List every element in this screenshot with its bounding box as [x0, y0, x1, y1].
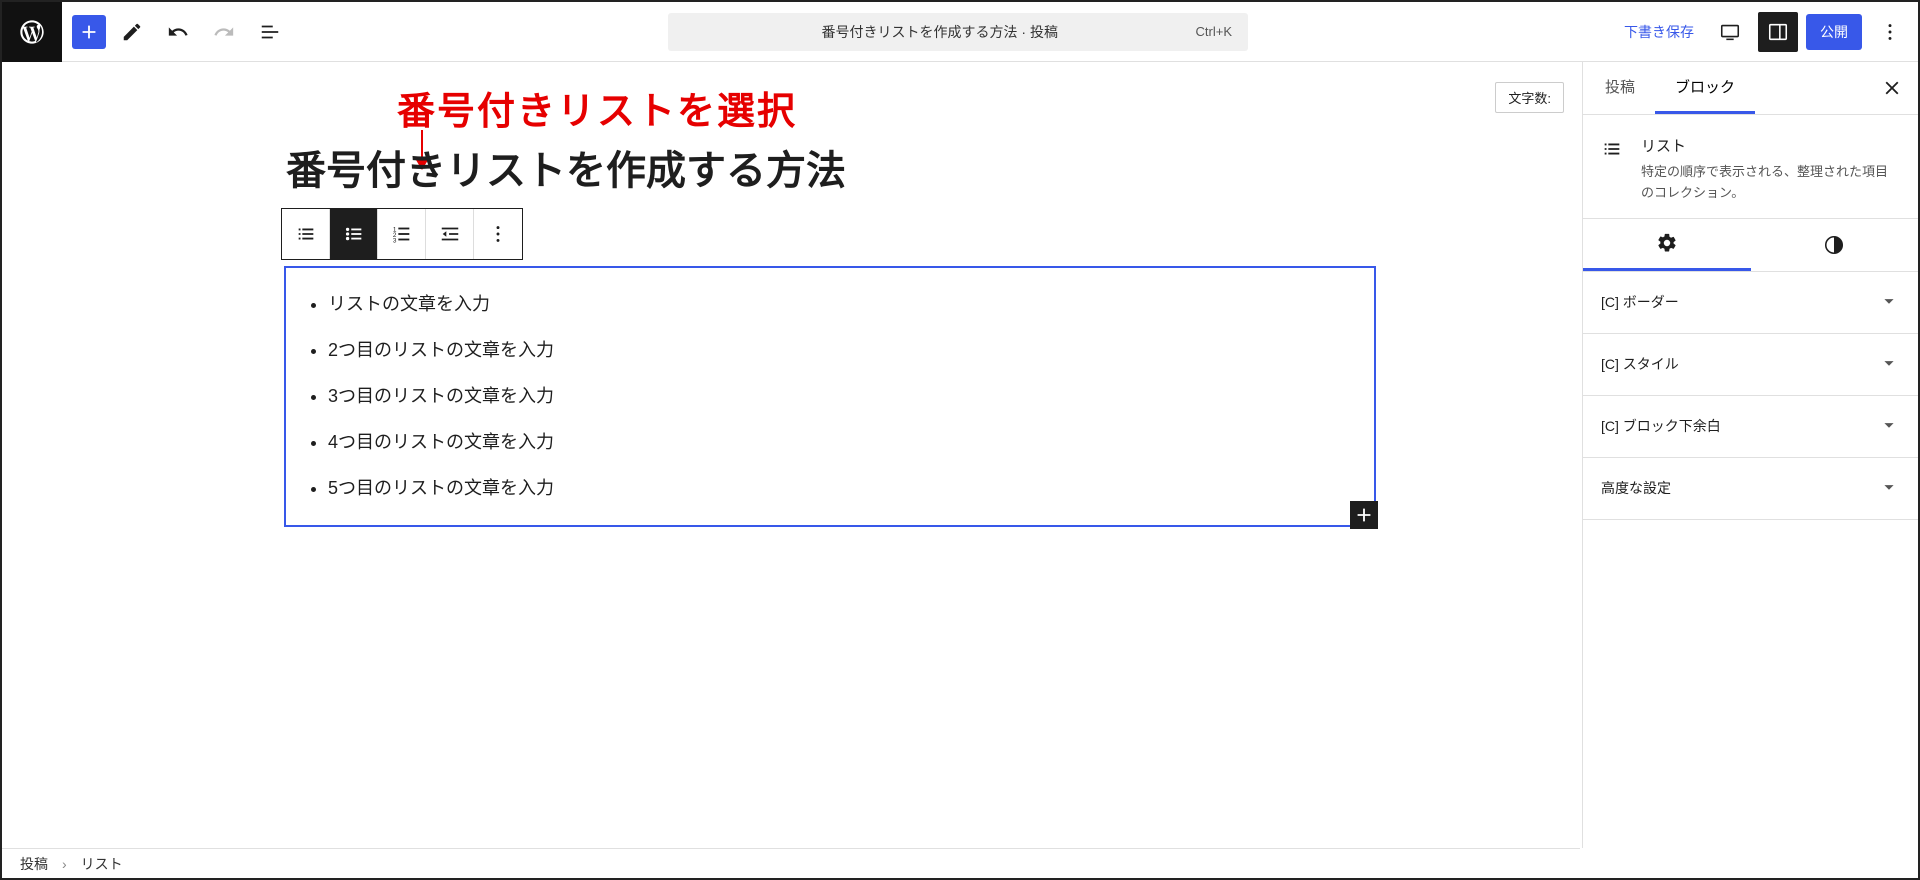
tab-post[interactable]: 投稿 [1585, 62, 1655, 114]
panel-label: [C] ボーダー [1601, 292, 1679, 312]
command-bar-shortcut: Ctrl+K [1196, 24, 1232, 39]
list-item[interactable]: 2つ目のリストの文章を入力 [328, 328, 1356, 374]
chevron-right-icon: › [62, 856, 67, 872]
list-block[interactable]: リストの文章を入力 2つ目のリストの文章を入力 3つ目のリストの文章を入力 4つ… [284, 266, 1376, 527]
chevron-down-icon [1878, 352, 1900, 377]
gear-icon [1656, 232, 1678, 254]
panel-advanced[interactable]: 高度な設定 [1583, 458, 1918, 520]
styles-icon [1823, 234, 1845, 256]
save-draft-button[interactable]: 下書き保存 [1616, 16, 1702, 48]
undo-button[interactable] [158, 12, 198, 52]
panel-margin[interactable]: [C] ブロック下余白 [1583, 396, 1918, 458]
tools-button[interactable] [112, 12, 152, 52]
command-bar[interactable]: 番号付きリストを作成する方法 · 投稿 Ctrl+K [668, 13, 1248, 51]
topbar: 番号付きリストを作成する方法 · 投稿 Ctrl+K 下書き保存 公開 [2, 2, 1918, 62]
list-item[interactable]: 4つ目のリストの文章を入力 [328, 420, 1356, 466]
command-bar-title: 番号付きリストを作成する方法 · 投稿 [684, 22, 1196, 42]
append-block-button[interactable] [1350, 501, 1378, 529]
tab-block[interactable]: ブロック [1655, 62, 1755, 114]
list-item[interactable]: 3つ目のリストの文章を入力 [328, 374, 1356, 420]
settings-subtab[interactable] [1583, 219, 1751, 271]
numbered-list-button[interactable]: 123 [378, 209, 426, 259]
preview-button[interactable] [1710, 12, 1750, 52]
settings-sidebar-toggle[interactable] [1758, 12, 1798, 52]
list-icon [1601, 135, 1627, 204]
add-block-button[interactable] [72, 15, 106, 49]
list-item[interactable]: リストの文章を入力 [328, 282, 1356, 328]
chevron-down-icon [1878, 290, 1900, 315]
svg-text:3: 3 [392, 237, 396, 244]
bullet-list-button[interactable] [330, 209, 378, 259]
more-options-button[interactable] [474, 209, 522, 259]
settings-sidebar: 投稿 ブロック リスト 特定の順序で表示される、整理された項目のコレクション。 [1582, 62, 1918, 848]
redo-button [204, 12, 244, 52]
chevron-down-icon [1878, 414, 1900, 439]
annotation-text: 番号付きリストを選択 [397, 80, 797, 135]
editor-canvas[interactable]: 番号付きリストを選択 文字数: 番号付きリストを作成する方法 123 リストの文… [2, 62, 1582, 848]
panel-label: [C] スタイル [1601, 354, 1679, 374]
wordpress-logo[interactable] [2, 2, 62, 62]
block-description: 特定の順序で表示される、整理された項目のコレクション。 [1641, 162, 1900, 204]
panel-border[interactable]: [C] ボーダー [1583, 272, 1918, 334]
options-button[interactable] [1870, 12, 1910, 52]
list-item[interactable]: 5つ目のリストの文章を入力 [328, 466, 1356, 512]
publish-button[interactable]: 公開 [1806, 14, 1862, 50]
chevron-down-icon [1878, 476, 1900, 501]
word-count-badge[interactable]: 文字数: [1495, 82, 1564, 113]
post-title[interactable]: 番号付きリストを作成する方法 [286, 138, 846, 196]
breadcrumb-item[interactable]: リスト [81, 854, 123, 874]
panel-style[interactable]: [C] スタイル [1583, 334, 1918, 396]
styles-subtab[interactable] [1751, 219, 1919, 271]
document-outline-button[interactable] [250, 12, 290, 52]
panel-label: 高度な設定 [1601, 478, 1671, 498]
block-type-button[interactable] [282, 209, 330, 259]
breadcrumb: 投稿 › リスト [2, 848, 1580, 878]
block-toolbar: 123 [281, 208, 523, 260]
breadcrumb-item[interactable]: 投稿 [20, 854, 48, 874]
close-sidebar-button[interactable] [1868, 62, 1916, 114]
panel-label: [C] ブロック下余白 [1601, 416, 1721, 436]
block-name-label: リスト [1641, 135, 1900, 156]
outdent-button[interactable] [426, 209, 474, 259]
